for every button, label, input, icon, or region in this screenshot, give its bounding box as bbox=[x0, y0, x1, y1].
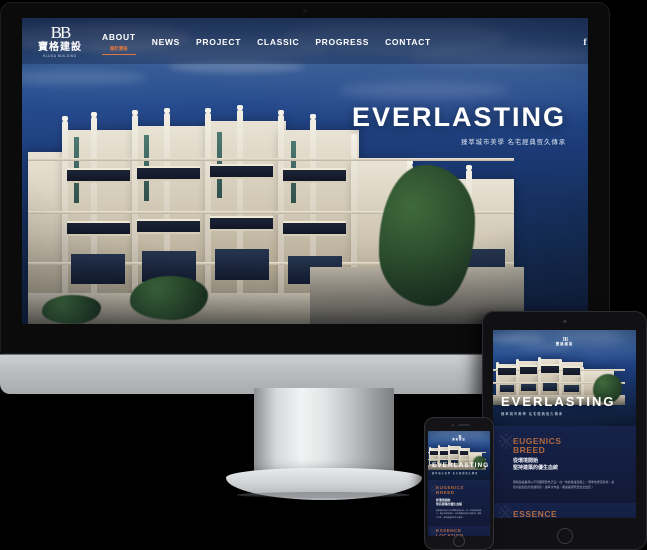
nav-item-contact[interactable]: CONTACT bbox=[385, 37, 431, 47]
phone-screen: BB 寶格建設 EVERLASTING 臻萃城市美學 名宅經典恆久傳承 ※ EU… bbox=[428, 431, 490, 536]
website-desktop: BB 寶格建設 BLUGA BUILDING ABOUT 關於寶格 NEWS P… bbox=[22, 18, 588, 324]
hero-title: EVERLASTING bbox=[432, 461, 490, 469]
hero-text-block: EVERLASTING 臻萃城市美學 名宅經典恆久傳承 bbox=[501, 395, 615, 416]
nav-item-project[interactable]: PROJECT bbox=[196, 37, 241, 47]
section-body-text: 寶格建設秉持以不同國際農為己任，在一地的黃金建築上，慎重地選汲基地，並找尋最如此… bbox=[513, 479, 615, 489]
nav-links: ABOUT 關於寶格 NEWS PROJECT CLASSIC PROGRESS… bbox=[102, 32, 431, 55]
section-watermark-icon: ※ bbox=[429, 525, 440, 536]
nav-item-news[interactable]: NEWS bbox=[152, 37, 180, 47]
tablet-device: BB 寶格建設 EVERLASTING 臻萃城市美學 名宅經典恆久傳承 ※ EU… bbox=[482, 311, 647, 550]
logo-name-cn: 寶格建設 bbox=[38, 41, 82, 53]
tablet-hero: BB 寶格建設 EVERLASTING 臻萃城市美學 名宅經典恆久傳承 bbox=[493, 330, 636, 426]
nav-item-label-cn: 關於寶格 bbox=[110, 46, 128, 51]
section-title-cn-line2: 堅持建築的優生血統 bbox=[436, 501, 463, 506]
section-title-cn-line2: 堅持建築的優生血統 bbox=[513, 465, 559, 472]
hero-subtitle: 臻萃城市美學 名宅經典恆久傳承 bbox=[461, 139, 566, 146]
section-eugenics: ※ EUGENICS BREED 從環境開始 堅持建築的優生血統 寶格建設秉持以… bbox=[428, 480, 490, 526]
tablet-bezel: BB 寶格建設 EVERLASTING 臻萃城市美學 名宅經典恆久傳承 ※ EU… bbox=[482, 311, 647, 550]
site-logo[interactable]: BB 寶格建設 bbox=[452, 435, 466, 442]
tablet-home-button[interactable] bbox=[556, 528, 573, 544]
mockup-stage: BB 寶格建設 BLUGA BUILDING ABOUT 關於寶格 NEWS P… bbox=[0, 0, 647, 550]
website-tablet: BB 寶格建設 EVERLASTING 臻萃城市美學 名宅經典恆久傳承 ※ EU… bbox=[493, 330, 636, 518]
nav-item-classic[interactable]: CLASSIC bbox=[257, 37, 299, 47]
hero-text-block: EVERLASTING 臻萃城市美學 名宅經典恆久傳承 bbox=[351, 102, 566, 147]
section-essence: ※ ESSENCE LOCATION bbox=[493, 503, 636, 518]
section-watermark-icon: ※ bbox=[429, 482, 440, 497]
hero-text-block: EVERLASTING 臻萃城市美學 名宅經典恆久傳承 bbox=[432, 461, 490, 475]
phone-hero: BB 寶格建設 EVERLASTING 臻萃城市美學 名宅經典恆久傳承 bbox=[428, 431, 490, 480]
hero-title: EVERLASTING bbox=[351, 102, 566, 132]
section-eugenics: ※ EUGENICS BREED 從環境開始 堅持建築的優生血統 寶格建設秉持以… bbox=[493, 426, 636, 503]
monitor-bezel: BB 寶格建設 BLUGA BUILDING ABOUT 關於寶格 NEWS P… bbox=[0, 2, 610, 354]
section-title-en-line2: BREED bbox=[436, 489, 455, 495]
site-logo[interactable]: BB 寶格建設 bbox=[556, 337, 574, 347]
logo-name-cn: 寶格建設 bbox=[452, 438, 466, 441]
phone-home-button[interactable] bbox=[453, 535, 465, 547]
section-body-text: 寶格建設秉持以不同國際農為己任，在一地的黃金建築上，慎重地選汲基地，並找尋最如此… bbox=[436, 510, 482, 519]
phone-device: BB 寶格建設 EVERLASTING 臻萃城市美學 名宅經典恆久傳承 ※ EU… bbox=[424, 417, 494, 550]
nav-item-label: ABOUT bbox=[102, 32, 136, 42]
hero-subtitle: 臻萃城市美學 名宅經典恆久傳承 bbox=[432, 473, 479, 475]
tablet-camera-icon bbox=[563, 320, 566, 323]
nav-item-progress[interactable]: PROGRESS bbox=[315, 37, 369, 47]
social-links: f ⊡ bbox=[583, 37, 588, 48]
site-navbar: BB 寶格建設 BLUGA BUILDING ABOUT 關於寶格 NEWS P… bbox=[22, 18, 588, 64]
section-watermark-icon: ※ bbox=[497, 429, 516, 454]
monitor-stand-base bbox=[225, 468, 422, 500]
site-logo[interactable]: BB 寶格建設 BLUGA BUILDING bbox=[38, 24, 82, 58]
hero-subtitle: 臻萃城市美學 名宅經典恆久傳承 bbox=[501, 412, 564, 416]
tablet-screen: BB 寶格建設 EVERLASTING 臻萃城市美學 名宅經典恆久傳承 ※ EU… bbox=[493, 330, 636, 518]
logo-name-en: BLUGA BUILDING bbox=[43, 53, 77, 58]
phone-bezel: BB 寶格建設 EVERLASTING 臻萃城市美學 名宅經典恆久傳承 ※ EU… bbox=[424, 417, 494, 550]
section-title-en-line2: BREED bbox=[513, 445, 546, 455]
website-phone: BB 寶格建設 EVERLASTING 臻萃城市美學 名宅經典恆久傳承 ※ EU… bbox=[428, 431, 490, 536]
facebook-icon[interactable]: f bbox=[583, 37, 586, 47]
webcam-icon bbox=[303, 9, 307, 13]
hero-title: EVERLASTING bbox=[501, 394, 616, 409]
logo-monogram: BB bbox=[50, 22, 72, 42]
nav-item-about[interactable]: ABOUT 關於寶格 bbox=[102, 32, 136, 55]
phone-camera-icon bbox=[452, 424, 454, 426]
phone-speaker-icon bbox=[457, 424, 470, 426]
section-title-en-line1: ESSENCE bbox=[513, 509, 558, 518]
desktop-screen: BB 寶格建設 BLUGA BUILDING ABOUT 關於寶格 NEWS P… bbox=[22, 18, 588, 324]
logo-name-cn: 寶格建設 bbox=[555, 342, 574, 346]
section-watermark-icon: ※ bbox=[497, 503, 514, 518]
